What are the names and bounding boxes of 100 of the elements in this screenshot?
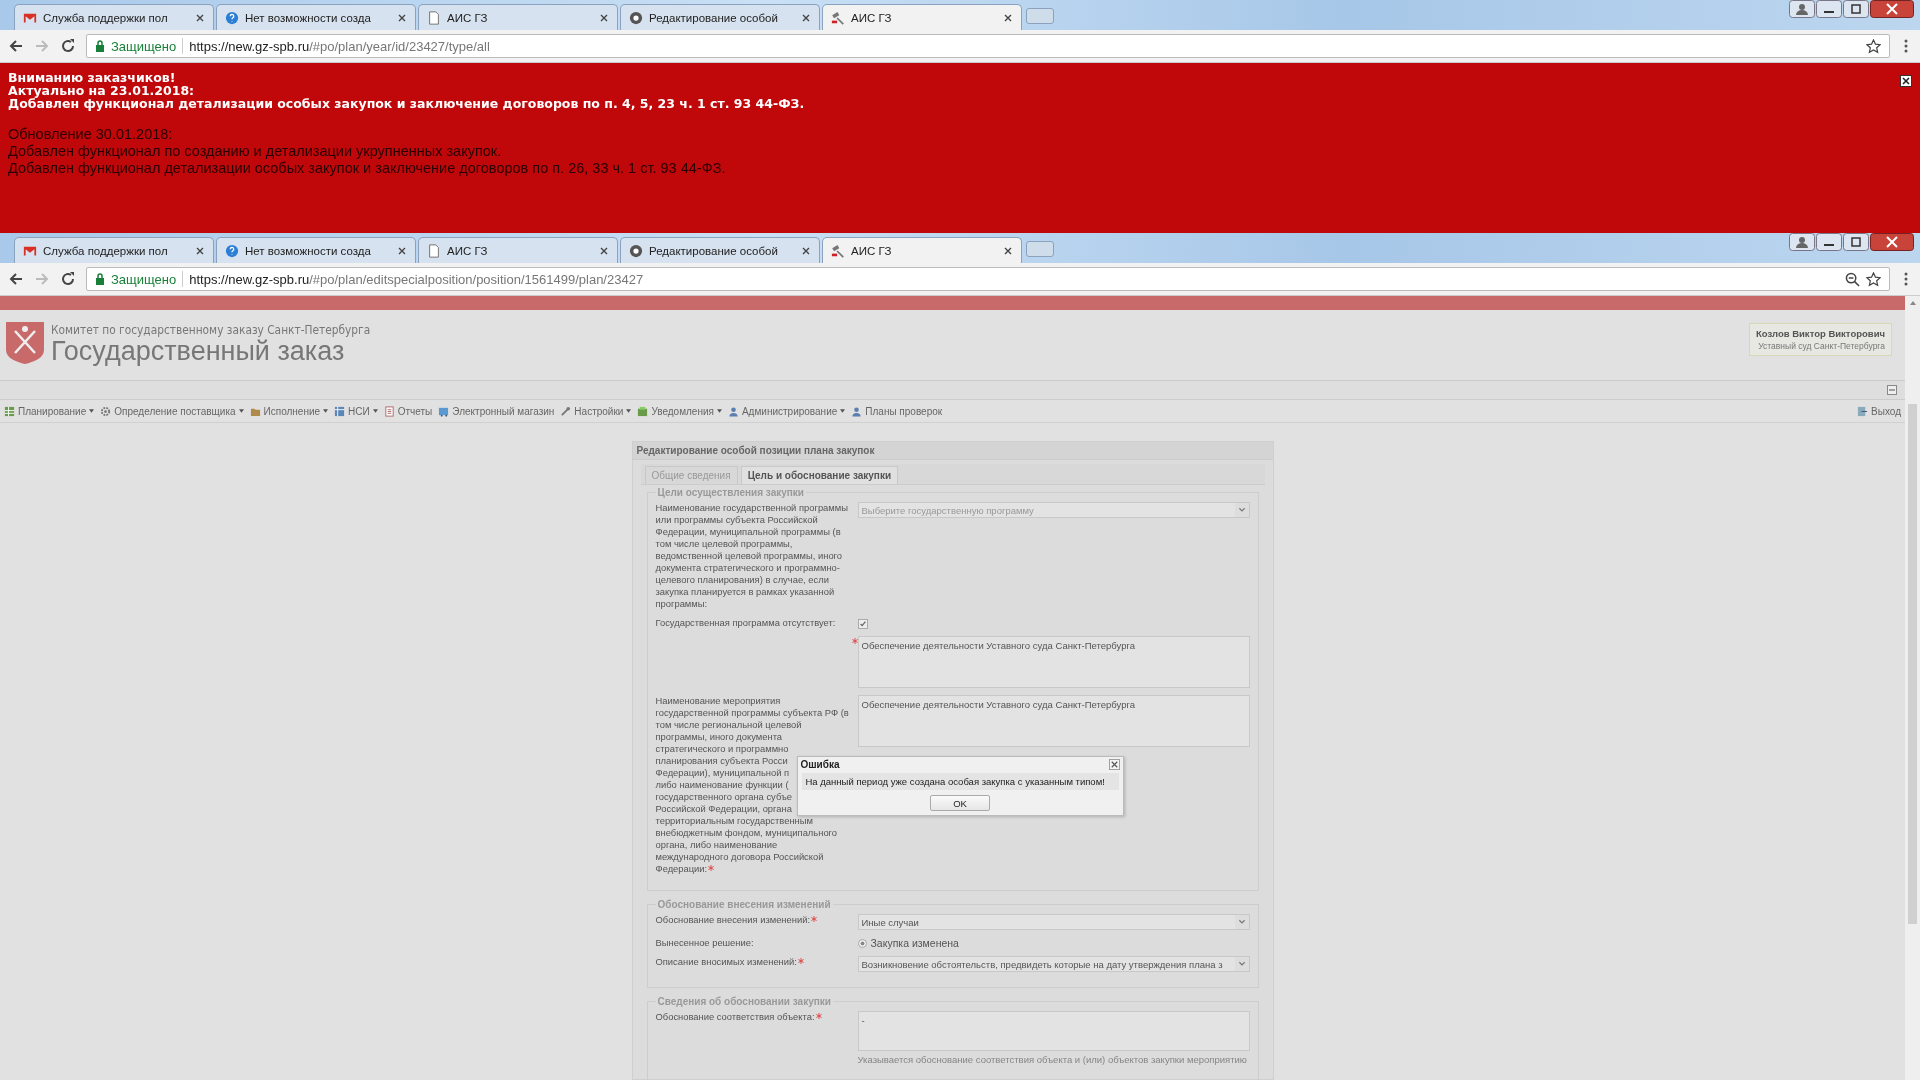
label-line: либо наименование функции ( [655,779,789,790]
url-text: https://new.gz-spb.ru/#po/plan/year/id/23427/type/all [189,38,490,54]
box-icon [637,405,649,417]
browser-tab[interactable]: АИС ГЗ [822,4,1022,30]
cart-icon [438,405,450,417]
menu-item[interactable]: Определение поставщика [100,405,244,417]
close-icon[interactable] [1108,759,1120,770]
menu-item[interactable]: Электронный магазин [438,405,555,417]
organization-name: Комитет по государственному заказу Санкт-Петербурга [51,321,371,337]
restore-icon[interactable] [1843,0,1869,18]
menu-item[interactable]: Настройки [560,405,632,417]
minimize-icon[interactable] [1816,233,1842,251]
menu-item[interactable]: Планирование [4,405,95,417]
person-icon [851,405,863,417]
reload-icon[interactable] [60,271,76,287]
document-icon [427,10,441,25]
logout-button[interactable]: Выход [1857,405,1901,417]
collapse-icon[interactable] [1887,385,1897,395]
notice-heading: Вниманию заказчиков! Актуально на 23.01.2018: Добавлен функционал детализации особых закупок и заключение договоров по п. 4, 5, 23 ч. 1 ст. 93 44-ФЗ. [8,71,805,110]
menu-item[interactable]: Исполнение [249,405,329,417]
menu-item[interactable]: Планы проверок [851,405,943,417]
profile-icon[interactable] [1789,233,1815,251]
ok-button[interactable]: OK [930,795,990,811]
field-hint: Указывается обоснование соответствия объекта и (или) объектов закупки мероприятию [857,1054,1248,1065]
close-icon[interactable] [1870,233,1914,251]
text-area[interactable]: Обеспечение деятельности Уставного суда Санкт-Петербурга [857,636,1250,688]
menu-item[interactable]: НСИ [334,405,378,417]
field-label: Обоснование внесения изменений: [655,914,810,925]
help-icon [225,243,239,258]
label-line: Наименование мероприятия [655,695,781,706]
security-label: Защищено [111,271,177,287]
circle-logo-icon [629,243,643,258]
close-icon[interactable] [1900,75,1912,87]
dropdown-field[interactable]: Иные случаи [857,914,1250,930]
label-line: международного договора Российской [655,851,824,862]
close-icon[interactable] [801,12,811,23]
close-icon[interactable] [397,245,407,256]
close-icon[interactable] [195,12,205,23]
restore-icon[interactable] [1843,233,1869,251]
menu-item[interactable]: Отчеты [383,405,433,417]
form-tab[interactable]: Цель и обоснование закупки [740,466,899,484]
browser-tab[interactable]: Служба поддержки пол [14,237,214,263]
exit-icon [1857,405,1869,417]
browser-tab[interactable]: Редактирование особой [620,4,820,30]
browser-tab[interactable]: Редактирование особой [620,237,820,263]
gavel-icon [831,10,845,25]
label-line: Российской Федерации, органа [655,803,792,814]
person-icon [727,405,739,417]
label-line: органа, либо наименование [655,839,778,850]
lock-icon [95,273,105,285]
notice-update: Обновление 30.01.2018: Добавлен функционал по созданию и детализации укрупненных закупок. Добавлен функционал детализации особых закупок и заключение договоров по п. 26, 33 ч. 1 ст. 93 44-ФЗ. [8,126,726,177]
emblem-logo [5,320,45,366]
star-icon[interactable] [1866,38,1881,54]
scroll-thumb[interactable] [1908,404,1917,924]
grid-icon [4,405,15,417]
label-line: внебюджетным фондом, муниципального [655,827,838,838]
close-icon[interactable] [1003,245,1013,256]
browser-tab[interactable]: Служба поддержки пол [14,4,214,30]
label-line: Федерации), муниципальной п [655,767,790,778]
address-bar[interactable]: Защищено https://new.gz-spb.ru/#po/plan/year/id/23427/type/all [86,34,1890,58]
radio-button[interactable] [857,938,867,948]
close-icon[interactable] [1003,12,1013,23]
checkbox[interactable] [857,619,868,629]
menu-item[interactable]: Администрирование [727,405,846,417]
dropdown-field[interactable]: Возникновение обстоятельств, предвидеть которые на дату утверждения плана з [857,956,1250,972]
browser-tab[interactable]: АИС ГЗ [418,4,618,30]
user-name: Козлов Виктор Викторович [1755,327,1885,339]
section-legend: Цели осуществления закупки [655,487,806,498]
field-label: Вынесенное решение: [655,937,754,948]
text-area[interactable]: Обеспечение деятельности Уставного суда Санкт-Петербурга [857,695,1250,747]
profile-icon[interactable] [1789,0,1815,18]
dialog-title: Ошибка [800,759,840,770]
section-legend: Сведения об обосновании закупки [655,996,833,1007]
menu-item[interactable]: Уведомления [637,405,722,417]
star-icon[interactable] [1866,271,1881,287]
browser-tab[interactable]: АИС ГЗ [822,237,1022,263]
scrollbar[interactable] [1905,296,1920,1080]
browser-tab[interactable]: Нет возможности созда [216,4,416,30]
reload-icon[interactable] [60,38,76,54]
zoom-out-icon[interactable] [1845,271,1860,287]
label-line: государственной программы субъекта РФ (в [655,707,849,718]
section-legend: Обоснование внесения изменений [655,899,833,910]
field-label: Государственная программа отсутствует: [655,617,836,628]
address-bar[interactable]: Защищено https://new.gz-spb.ru/#po/plan/editspecialposition/position/1561499/plan/23427 [86,267,1890,291]
close-icon[interactable] [801,245,811,256]
close-icon[interactable] [397,12,407,23]
browser-tab[interactable]: АИС ГЗ [418,237,618,263]
site-title: Государственный заказ [51,336,345,365]
label-line: стратегического и программно [655,743,789,754]
minimize-icon[interactable] [1816,0,1842,18]
close-icon[interactable] [1870,0,1914,18]
back-icon[interactable] [8,271,24,287]
browser-tab[interactable]: Нет возможности созда [216,237,416,263]
back-icon[interactable] [8,38,24,54]
close-icon[interactable] [195,245,205,256]
close-icon[interactable] [599,245,609,256]
text-area[interactable]: - [857,1011,1250,1051]
close-icon[interactable] [599,12,609,23]
lock-icon [95,40,105,52]
label-line: программы, иного документа [655,731,783,742]
